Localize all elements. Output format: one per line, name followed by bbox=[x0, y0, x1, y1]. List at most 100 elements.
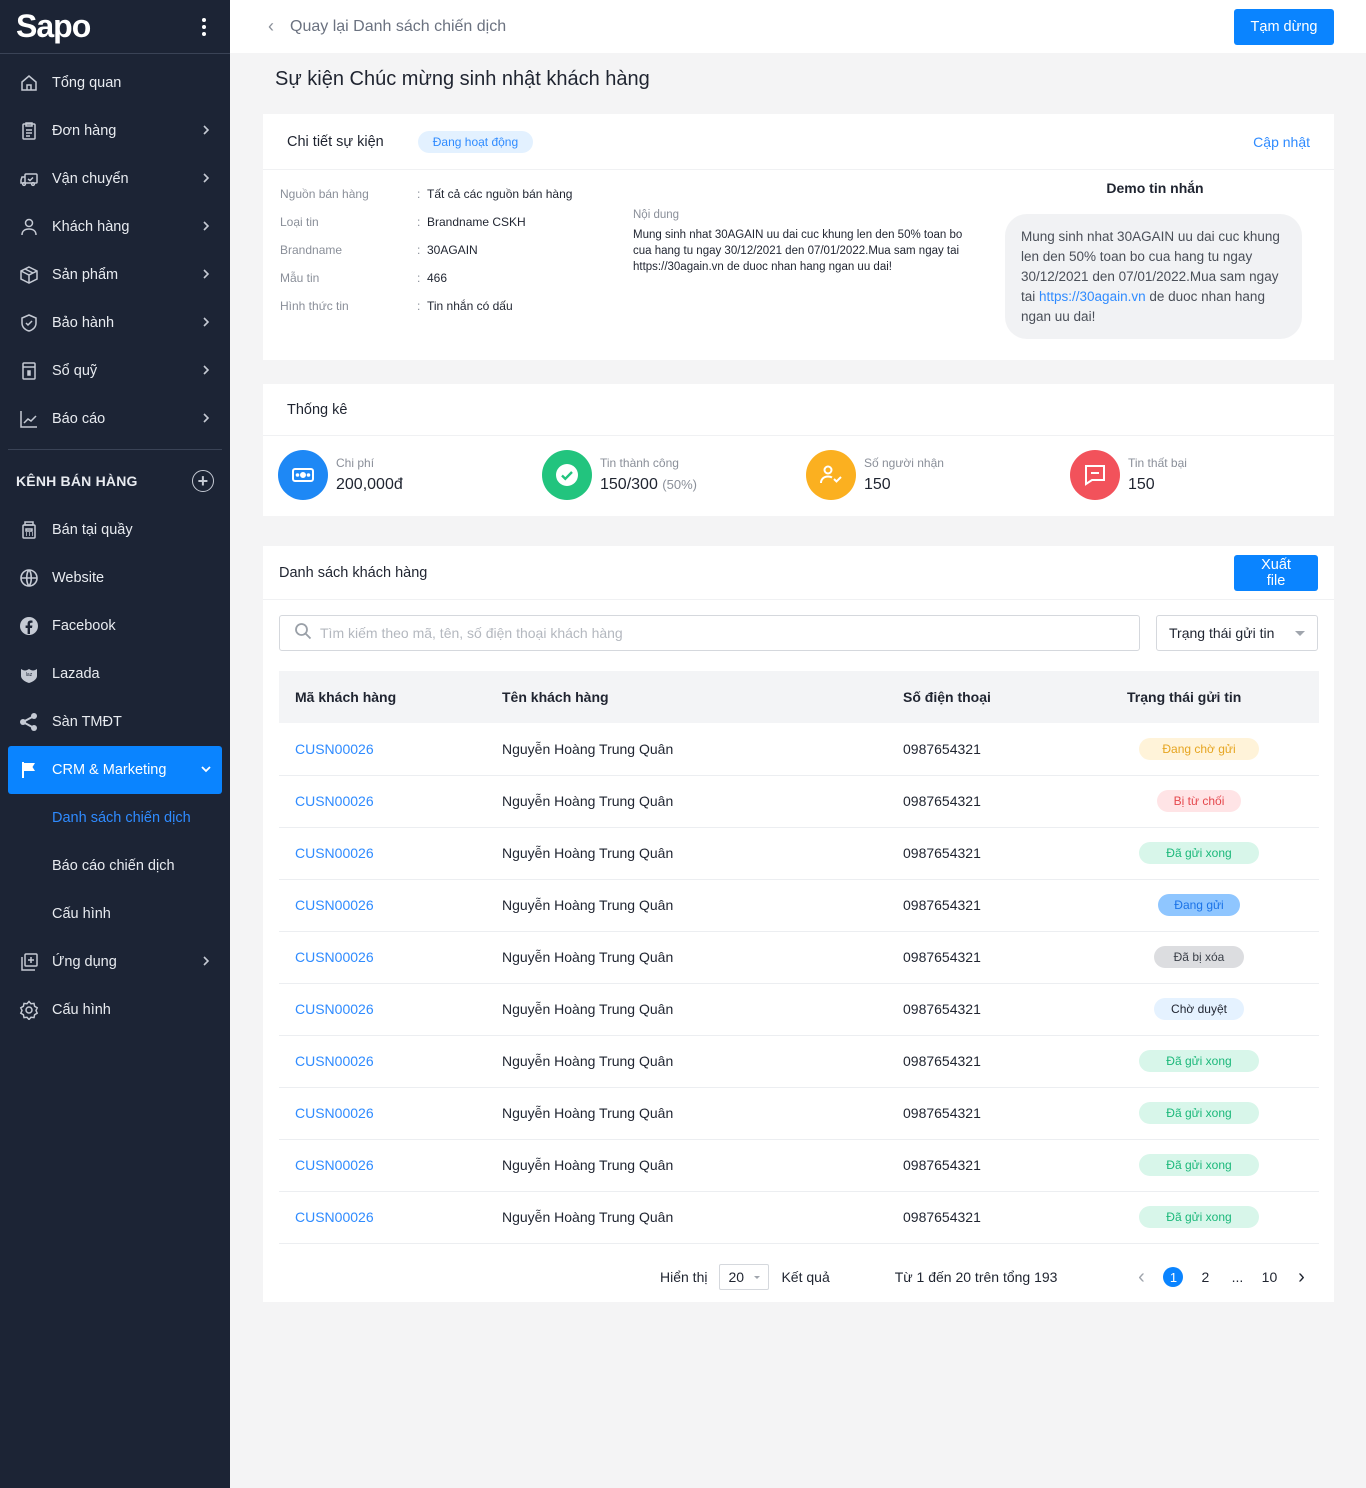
customer-phone: 0987654321 bbox=[903, 1105, 981, 1121]
customer-code-link[interactable]: CUSN00026 bbox=[279, 879, 502, 931]
send-status-cell: Đã gửi xong bbox=[1127, 1139, 1319, 1191]
sidebar-item-label: Sản phẩm bbox=[52, 267, 119, 283]
update-link[interactable]: Cập nhật bbox=[1253, 134, 1310, 150]
sidebar-item-van-chuyen[interactable]: Vận chuyển bbox=[0, 155, 230, 203]
table-row[interactable]: CUSN00026 Nguyễn Hoàng Trung Quân 098765… bbox=[279, 879, 1319, 931]
status-badge: Đang hoạt động bbox=[417, 130, 534, 153]
column-header-name[interactable]: Tên khách hàng bbox=[502, 671, 903, 723]
customer-name: Nguyễn Hoàng Trung Quân bbox=[502, 740, 674, 757]
table-row[interactable]: CUSN00026 Nguyễn Hoàng Trung Quân 098765… bbox=[279, 1191, 1319, 1243]
info-value: Brandname CSKH bbox=[427, 215, 526, 229]
sidebar-item-bao-cao[interactable]: Báo cáo bbox=[0, 395, 230, 443]
chevron-right-icon bbox=[200, 954, 214, 970]
page-button[interactable]: 2 bbox=[1189, 1269, 1221, 1285]
customer-code-link[interactable]: CUSN00026 bbox=[279, 983, 502, 1035]
sidebar-item-ban-tai-quay[interactable]: Bán tại quầy bbox=[0, 506, 230, 554]
sidebar-item-label: Lazada bbox=[52, 666, 100, 682]
customer-code-link[interactable]: CUSN00026 bbox=[279, 1035, 502, 1087]
sidebar-item-facebook[interactable]: Facebook bbox=[0, 602, 230, 650]
info-row-mau-tin: Mẫu tin : 466 bbox=[280, 264, 572, 292]
chevron-right-icon bbox=[200, 123, 214, 139]
sidebar-item-label: CRM & Marketing bbox=[52, 762, 167, 778]
send-status-cell: Đã gửi xong bbox=[1127, 1087, 1319, 1139]
back-link[interactable]: ‹ Quay lại Danh sách chiến dịch bbox=[268, 16, 506, 37]
current-page: 1 bbox=[1163, 1267, 1184, 1287]
next-page-button[interactable]: › bbox=[1285, 1266, 1317, 1289]
status-filter-select[interactable]: Trạng thái gửi tin bbox=[1156, 615, 1318, 651]
customer-code-link[interactable]: CUSN00026 bbox=[279, 827, 502, 879]
truck-icon bbox=[18, 168, 40, 190]
sidebar-item-don-hang[interactable]: Đơn hàng bbox=[0, 107, 230, 155]
sidebar-subitem-crm-settings[interactable]: Cấu hình bbox=[0, 890, 230, 938]
sidebar-item-website[interactable]: Website bbox=[0, 554, 230, 602]
stat-value: 150 bbox=[1128, 476, 1155, 493]
chevron-right-icon bbox=[200, 219, 214, 235]
prev-page-button[interactable]: ‹ bbox=[1125, 1266, 1157, 1289]
page-button[interactable]: 1 bbox=[1157, 1267, 1189, 1287]
more-menu-button[interactable] bbox=[194, 14, 214, 40]
sidebar-item-label: Cấu hình bbox=[52, 1002, 111, 1018]
table-row[interactable]: CUSN00026 Nguyễn Hoàng Trung Quân 098765… bbox=[279, 1087, 1319, 1139]
customer-code-link[interactable]: CUSN00026 bbox=[279, 931, 502, 983]
table-row[interactable]: CUSN00026 Nguyễn Hoàng Trung Quân 098765… bbox=[279, 775, 1319, 827]
customer-code-link[interactable]: CUSN00026 bbox=[279, 1191, 502, 1243]
sidebar-item-crm-marketing[interactable]: CRM & Marketing bbox=[8, 746, 222, 794]
table-row[interactable]: CUSN00026 Nguyễn Hoàng Trung Quân 098765… bbox=[279, 827, 1319, 879]
main-nav: Tổng quan Đơn hàng Vận chuyển Khách hàng… bbox=[0, 54, 230, 443]
send-status-badge: Bị từ chối bbox=[1157, 790, 1241, 812]
pause-button[interactable]: Tạm dừng bbox=[1234, 8, 1334, 45]
customer-phone: 0987654321 bbox=[903, 740, 981, 757]
channels-nav: Bán tại quầy Website Facebook laz Lazada… bbox=[0, 506, 230, 746]
sidebar-item-san-pham[interactable]: Sản phẩm bbox=[0, 251, 230, 299]
sidebar-item-label: Đơn hàng bbox=[52, 123, 117, 139]
customer-code-link[interactable]: CUSN00026 bbox=[279, 1087, 502, 1139]
add-channel-icon[interactable]: + bbox=[192, 470, 214, 492]
info-row-nguon-ban-hang: Nguồn bán hàng : Tất cả các nguồn bán hà… bbox=[280, 180, 572, 208]
info-row-brandname: Brandname : 30AGAIN bbox=[280, 236, 572, 264]
message-icon bbox=[1070, 450, 1120, 500]
page-size-select[interactable]: 20 bbox=[719, 1264, 770, 1290]
sidebar-item-tong-quan[interactable]: Tổng quan bbox=[0, 59, 230, 107]
table-row[interactable]: CUSN00026 Nguyễn Hoàng Trung Quân 098765… bbox=[279, 931, 1319, 983]
sidebar-item-cau-hinh[interactable]: Cấu hình bbox=[0, 986, 230, 1034]
sidebar-item-label: Báo cáo bbox=[52, 411, 106, 427]
customer-code-link[interactable]: CUSN00026 bbox=[279, 1139, 502, 1191]
sidebar-item-san-tmdt[interactable]: Sàn TMĐT bbox=[0, 698, 230, 746]
sidebar-subitem-campaign-report[interactable]: Báo cáo chiến dịch bbox=[0, 842, 230, 890]
sidebar-item-lazada[interactable]: laz Lazada bbox=[0, 650, 230, 698]
table-row[interactable]: CUSN00026 Nguyễn Hoàng Trung Quân 098765… bbox=[279, 723, 1319, 775]
stats-card: Thống kê Chi phí 200,000đ Tin thành công… bbox=[263, 384, 1334, 516]
share-icon bbox=[18, 711, 40, 733]
sidebar-subitem-campaign-list[interactable]: Danh sách chiến dịch bbox=[0, 794, 230, 842]
stat-label: Tin thất bại bbox=[1128, 456, 1187, 470]
info-key: Hình thức tin bbox=[280, 299, 349, 313]
sidebar-item-so-quy[interactable]: Sổ quỹ bbox=[0, 347, 230, 395]
chevron-right-icon bbox=[200, 363, 214, 379]
page-button[interactable]: 10 bbox=[1253, 1269, 1285, 1285]
search-input[interactable] bbox=[320, 625, 1125, 641]
table-row[interactable]: CUSN00026 Nguyễn Hoàng Trung Quân 098765… bbox=[279, 1035, 1319, 1087]
table-row[interactable]: CUSN00026 Nguyễn Hoàng Trung Quân 098765… bbox=[279, 983, 1319, 1035]
sidebar-item-ung-dung[interactable]: Ứng dụng bbox=[0, 938, 230, 986]
sidebar-item-bao-hanh[interactable]: Bảo hành bbox=[0, 299, 230, 347]
sidebar-item-khach-hang[interactable]: Khách hàng bbox=[0, 203, 230, 251]
demo-link[interactable]: https://30again.vn bbox=[1039, 289, 1146, 304]
customer-code-link[interactable]: CUSN00026 bbox=[279, 723, 502, 775]
customer-list-title: Danh sách khách hàng bbox=[279, 564, 428, 581]
stat-value: 150/300 bbox=[600, 476, 658, 493]
shield-check-icon bbox=[18, 312, 40, 334]
column-header-code[interactable]: Mã khách hàng bbox=[279, 671, 502, 723]
export-file-button[interactable]: Xuất file bbox=[1234, 554, 1318, 591]
info-row-loai-tin: Loại tin : Brandname CSKH bbox=[280, 208, 572, 236]
topbar: ‹ Quay lại Danh sách chiến dịch Tạm dừng bbox=[230, 0, 1366, 53]
table-row[interactable]: CUSN00026 Nguyễn Hoàng Trung Quân 098765… bbox=[279, 1139, 1319, 1191]
search-box bbox=[279, 615, 1140, 651]
send-status-badge: Đã bị xóa bbox=[1154, 946, 1244, 968]
customer-name: Nguyễn Hoàng Trung Quân bbox=[502, 897, 674, 913]
chevron-left-icon: ‹ bbox=[268, 16, 274, 36]
sapo-logo[interactable]: Sapo bbox=[16, 8, 91, 45]
column-header-phone[interactable]: Số điện thoại bbox=[903, 671, 1127, 723]
stat-tin-that-bai: Tin thất bại 150 bbox=[1070, 450, 1334, 500]
customer-code-link[interactable]: CUSN00026 bbox=[279, 775, 502, 827]
column-header-status[interactable]: Trạng thái gửi tin bbox=[1127, 671, 1319, 723]
